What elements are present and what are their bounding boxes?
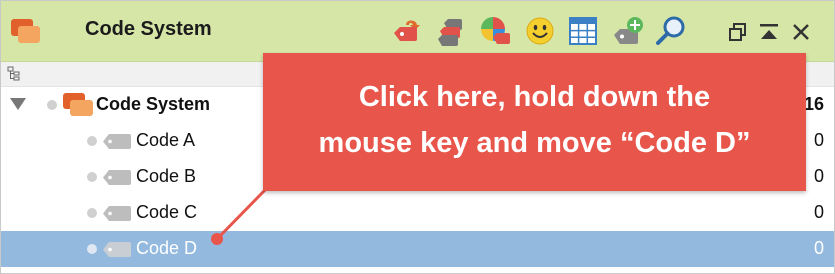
- callout-line-1: Click here, hold down the: [358, 81, 711, 113]
- tree-bottom-edge: [1, 267, 834, 273]
- tree-structure-icon[interactable]: [7, 66, 21, 81]
- status-dot-icon: [87, 208, 97, 218]
- restore-window-icon[interactable]: [727, 21, 749, 43]
- status-dot-icon: [87, 172, 97, 182]
- tree-item-count: 0: [813, 130, 824, 150]
- tree-item-label: Code C: [136, 202, 198, 222]
- tree-item-count: 0: [813, 202, 824, 222]
- status-dot-icon: [47, 100, 57, 110]
- tree-item-count: 0: [813, 238, 824, 258]
- code-tag-icon: [103, 206, 131, 221]
- tree-item-code-c[interactable]: Code C 0: [1, 195, 834, 231]
- code-tag-icon: [103, 134, 131, 149]
- tree-root-count: 16: [803, 94, 824, 114]
- tree-item-label: Code A: [136, 130, 196, 150]
- search-icon[interactable]: [655, 15, 687, 47]
- expand-arrow-icon[interactable]: [10, 98, 26, 110]
- tree-item-label: Code D: [136, 238, 198, 258]
- undo-code-icon[interactable]: [391, 15, 423, 47]
- minimize-window-icon[interactable]: [758, 21, 780, 43]
- window-title: Code System: [85, 18, 212, 40]
- code-system-icon: [63, 93, 93, 116]
- code-colors-icon[interactable]: [479, 15, 511, 47]
- tree-item-count: 0: [813, 166, 824, 186]
- code-system-window: Code System Code System 16 Code A 0 Code…: [0, 0, 835, 274]
- callout-line-2: mouse key and move “Code D”: [318, 127, 751, 159]
- code-hierarchy-icon[interactable]: [436, 15, 468, 47]
- tree-item-label: Code B: [136, 166, 197, 186]
- close-window-icon[interactable]: [790, 21, 812, 43]
- emoticon-icon[interactable]: [524, 15, 556, 47]
- code-tag-icon: [103, 170, 131, 185]
- code-system-app-icon: [11, 19, 40, 43]
- status-dot-icon: [87, 244, 97, 254]
- code-tag-icon: [103, 242, 131, 257]
- status-dot-icon: [87, 136, 97, 146]
- instruction-callout: Click here, hold down the mouse key and …: [263, 53, 806, 191]
- add-code-icon[interactable]: [612, 15, 644, 47]
- tree-item-code-d[interactable]: Code D 0: [1, 231, 834, 267]
- tree-root-label: Code System: [96, 94, 211, 114]
- table-grid-icon[interactable]: [567, 15, 599, 47]
